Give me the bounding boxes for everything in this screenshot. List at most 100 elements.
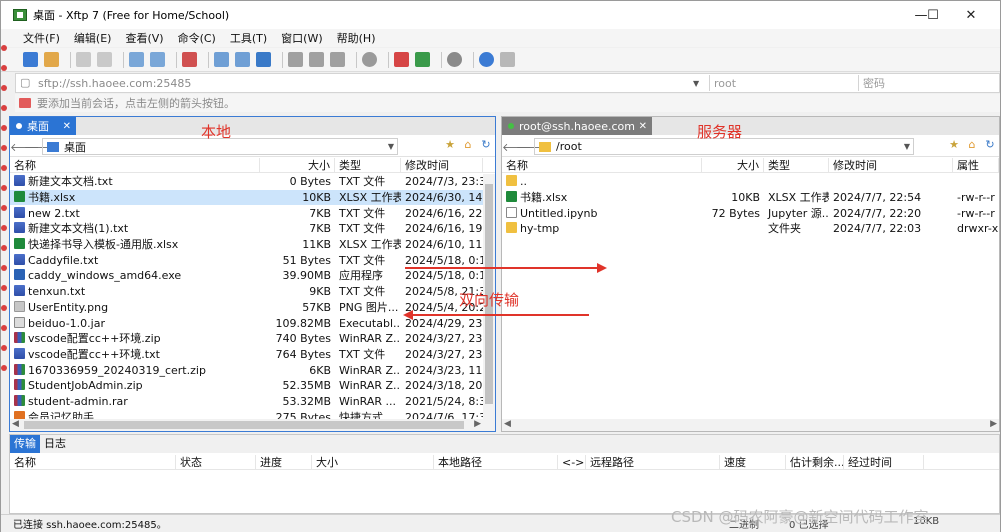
column-header-status[interactable]: 状态 — [176, 455, 256, 470]
menu-window[interactable]: 窗口(W) — [281, 30, 322, 46]
column-header-speed[interactable]: 速度 — [720, 455, 786, 470]
file-row[interactable]: UserEntity.png 57KB PNG 图片... 2024/5/4, 20:… — [10, 300, 495, 316]
menu-view[interactable]: 查看(V) — [125, 30, 163, 46]
file-row[interactable]: vscode配置cc++环境.zip 740 Bytes WinRAR Z... 20… — [10, 331, 495, 347]
disconnect-icon[interactable] — [97, 52, 112, 67]
globe-icon[interactable] — [362, 52, 377, 67]
column-header-elapsed[interactable]: 经过时间 — [844, 455, 924, 470]
file-row[interactable]: 书籍.xlsx 10KB XLSX 工作表 2024/6/30, 14:59 — [10, 189, 495, 206]
tab-log[interactable]: 日志 — [40, 435, 70, 453]
xshell-icon[interactable] — [394, 52, 409, 67]
queue-icon[interactable] — [150, 52, 165, 67]
column-header-name[interactable]: 名称 — [10, 158, 260, 173]
file-row[interactable]: 新建文本文档.txt 0 Bytes TXT 文件 2024/7/3, 23:38 — [10, 174, 495, 190]
file-name: 新建文本文档.txt — [28, 175, 113, 189]
scroll-left-icon[interactable]: ◀ — [12, 419, 19, 429]
column-header-progress[interactable]: 进度 — [256, 455, 312, 470]
close-tab-icon[interactable]: ✕ — [63, 121, 71, 132]
file-row[interactable]: 新建文本文档(1).txt 7KB TXT 文件 2024/6/16, 19:49 — [10, 221, 495, 237]
column-header-modified[interactable]: 修改时间 — [829, 158, 953, 173]
file-row[interactable]: hy-tmp 文件夹 2024/7/7, 22:03 drwxr-x — [502, 221, 999, 237]
copy-icon[interactable] — [330, 52, 345, 67]
tab-remote-session[interactable]: root@ssh.haoee.com ✕ — [502, 117, 652, 135]
tab-local-desktop[interactable]: 桌面 ✕ — [10, 117, 76, 135]
xmanager-icon[interactable] — [415, 52, 430, 67]
password-input[interactable]: 密码 — [863, 75, 993, 91]
help-icon[interactable] — [479, 52, 494, 67]
column-header-eta[interactable]: 估计剩余... — [786, 455, 844, 470]
file-row[interactable]: StudentJobAdmin.zip 52.35MB WinRAR Z... 202… — [10, 378, 495, 394]
file-row[interactable]: student-admin.rar 53.32MB WinRAR ... 2021/5… — [10, 394, 495, 410]
download-icon[interactable] — [235, 52, 250, 67]
scroll-thumb[interactable] — [24, 421, 464, 429]
star-icon[interactable]: ★ — [947, 138, 961, 152]
file-row[interactable]: beiduo-1.0.jar 109.82MB Executabl... 2024/4… — [10, 315, 495, 331]
file-row[interactable]: 1670336959_20240319_cert.zip 6KB WinRAR Z.… — [10, 362, 495, 378]
media-icon[interactable] — [182, 52, 197, 67]
column-header-type[interactable]: 类型 — [335, 158, 401, 173]
host-address-input[interactable]: sftp://ssh.haoee.com:25485 — [38, 77, 693, 90]
column-header-type[interactable]: 类型 — [764, 158, 829, 173]
star-icon[interactable]: ★ — [443, 138, 457, 152]
back-arrow-icon[interactable]: 🡐 — [502, 140, 532, 154]
forward-arrow-icon[interactable]: 🡒 — [24, 140, 54, 154]
chevron-down-icon[interactable]: ▼ — [388, 142, 394, 151]
back-arrow-icon[interactable]: 🡐 — [10, 140, 40, 154]
file-row[interactable]: .. — [502, 174, 999, 190]
close-tab-icon[interactable]: ✕ — [639, 121, 647, 132]
menu-edit[interactable]: 编辑(E) — [74, 30, 112, 46]
refresh-icon[interactable]: ↻ — [479, 138, 493, 152]
print-icon[interactable] — [288, 52, 303, 67]
properties-icon[interactable] — [309, 52, 324, 67]
new-session-icon[interactable] — [23, 52, 38, 67]
remote-horizontal-scrollbar[interactable]: ◀ ▶ — [502, 419, 999, 431]
column-header-direction[interactable]: <-> — [558, 455, 586, 470]
maximize-button[interactable]: ☐ — [913, 1, 953, 29]
username-input[interactable]: root — [714, 77, 854, 90]
column-header-name[interactable]: 名称 — [502, 158, 702, 173]
forward-arrow-icon[interactable]: 🡒 — [516, 140, 546, 154]
file-name-cell: vscode配置cc++环境.zip — [10, 331, 260, 346]
upload-icon[interactable] — [214, 52, 229, 67]
file-row[interactable]: tenxun.txt9KBTXT 文件2024/5/8, 21:30 — [10, 284, 495, 300]
refresh-icon[interactable]: ↻ — [983, 138, 997, 152]
menu-help[interactable]: 帮助(H) — [337, 30, 376, 46]
file-row[interactable]: new 2.txt 7KB TXT 文件 2024/6/16, 22:19 — [10, 205, 495, 221]
file-row[interactable]: 书籍.xlsx 10KB XLSX 工作表 2024/7/7, 22:54 -rw-r-… — [502, 190, 999, 206]
tab-transfer[interactable]: 传输 — [10, 435, 40, 453]
close-button[interactable]: ✕ — [951, 1, 991, 29]
column-header-local-path[interactable]: 本地路径 — [434, 455, 558, 470]
menu-file[interactable]: 文件(F) — [23, 30, 60, 46]
column-header-permissions[interactable]: 属性 — [953, 158, 999, 173]
chat-icon[interactable] — [500, 52, 515, 67]
menu-tools[interactable]: 工具(T) — [230, 30, 267, 46]
sync-icon[interactable] — [256, 52, 271, 67]
gear-icon[interactable] — [447, 52, 462, 67]
column-header-size[interactable]: 大小 — [312, 455, 434, 470]
column-header-name[interactable]: 名称 — [10, 455, 176, 470]
file-name: vscode配置cc++环境.txt — [28, 347, 160, 361]
connect-icon[interactable] — [76, 52, 91, 67]
transfer-icon[interactable] — [129, 52, 144, 67]
local-horizontal-scrollbar[interactable]: ◀ ▶ — [10, 419, 495, 431]
home-icon[interactable]: ⌂ — [461, 138, 475, 152]
open-folder-icon[interactable] — [44, 52, 59, 67]
scroll-left-icon[interactable]: ◀ — [504, 419, 511, 429]
scroll-right-icon[interactable]: ▶ — [990, 419, 997, 429]
file-row[interactable]: caddy_windows_amd64.exe 39.90MB 应用程序 2024/5… — [10, 268, 495, 284]
file-row[interactable]: 快递择书导入模板-通用版.xlsx 11KB XLSX 工作表 2024/6/10, … — [10, 237, 495, 253]
file-row[interactable]: Caddyfile.txt 51 Bytes TXT 文件 2024/5/18, 0:… — [10, 252, 495, 268]
menu-command[interactable]: 命令(C) — [178, 30, 216, 46]
column-header-size[interactable]: 大小 — [260, 158, 335, 173]
file-row[interactable]: vscode配置cc++环境.txt 764 Bytes TXT 文件 2024/3/… — [10, 347, 495, 363]
column-header-remote-path[interactable]: 远程路径 — [586, 455, 720, 470]
chevron-down-icon[interactable]: ▼ — [904, 142, 910, 151]
column-header-size[interactable]: 大小 — [702, 158, 764, 173]
home-icon[interactable]: ⌂ — [965, 138, 979, 152]
remote-pane-tools: ★ ⌂ ↻ — [943, 138, 997, 152]
scroll-right-icon[interactable]: ▶ — [474, 419, 481, 429]
chevron-down-icon[interactable]: ▼ — [693, 79, 705, 88]
column-header-modified[interactable]: 修改时间 — [401, 158, 483, 173]
file-modified: 2024/7/7, 22:03 — [833, 222, 922, 236]
file-row[interactable]: Untitled.ipynb 72 Bytes Jupyter 源... 2024/7… — [502, 205, 999, 221]
